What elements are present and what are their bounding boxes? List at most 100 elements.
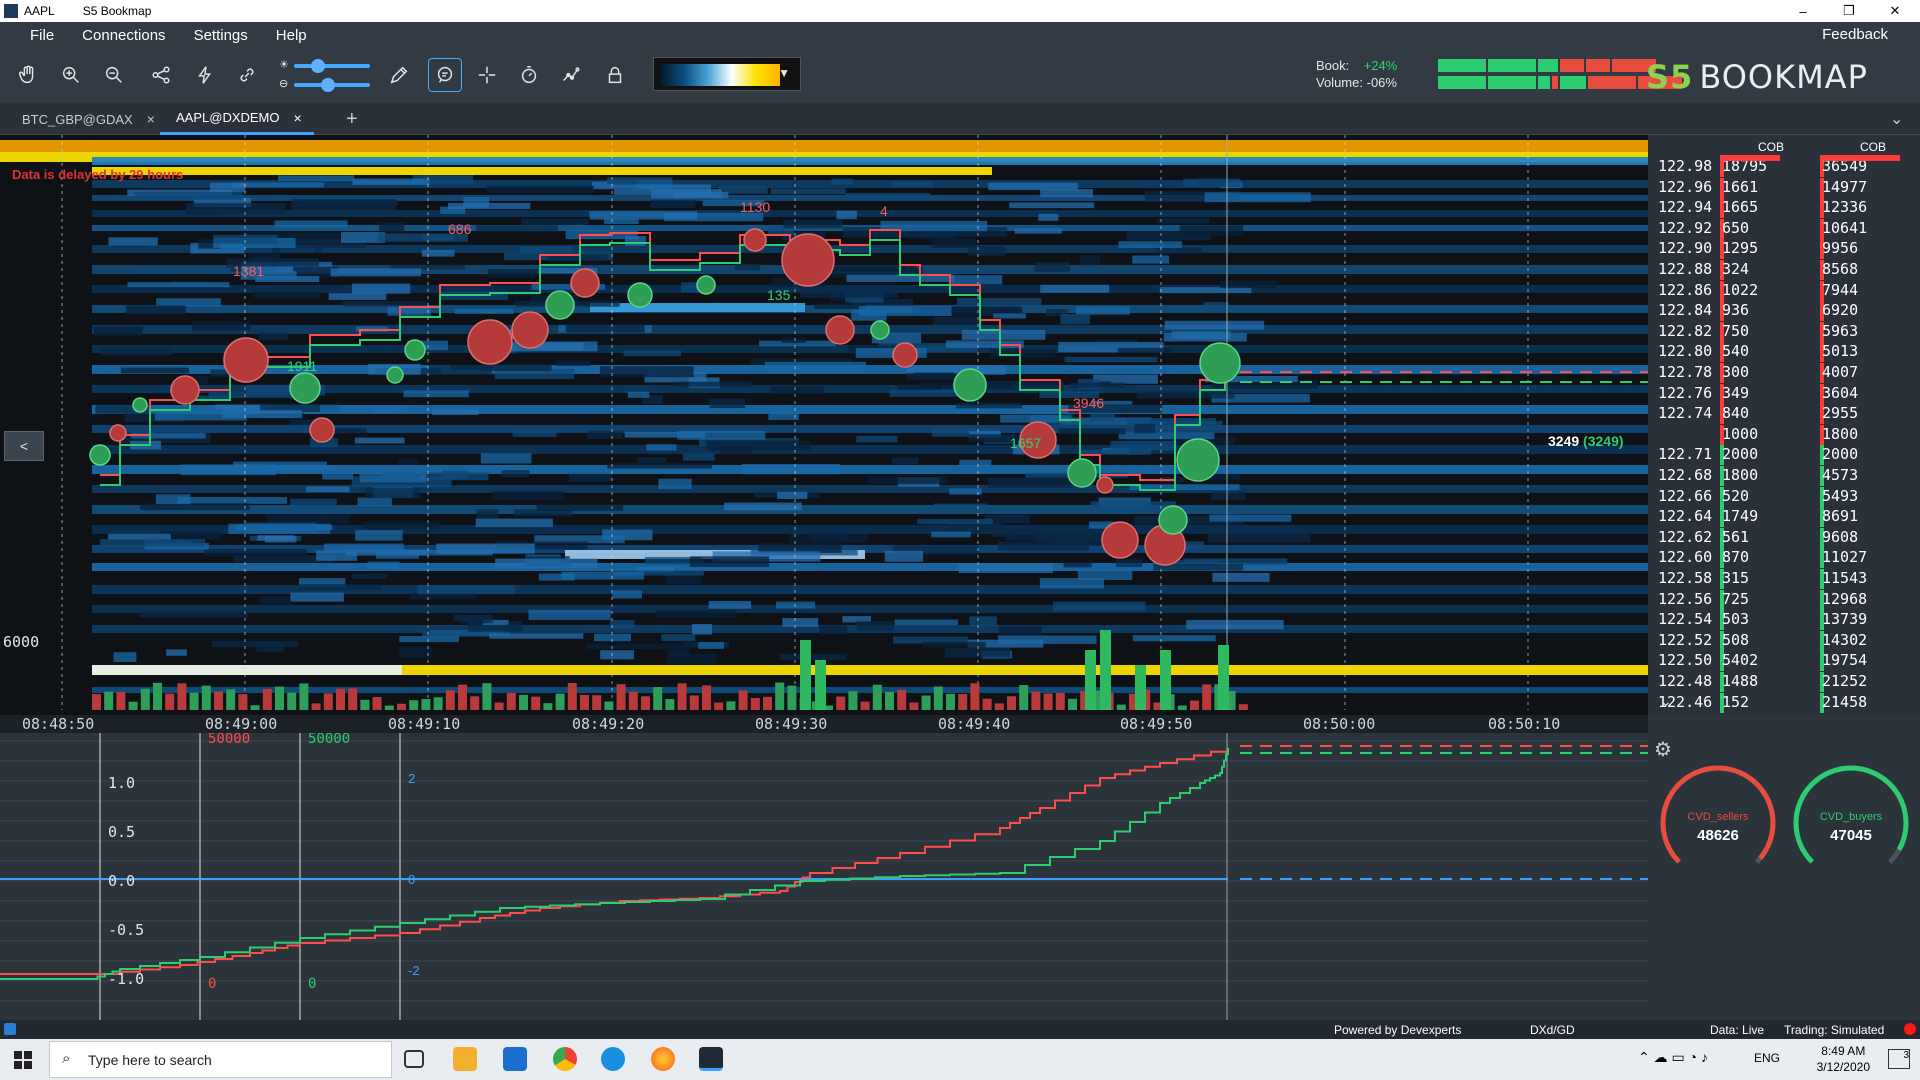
order-book-row[interactable]: 122.54 503 13739 xyxy=(1648,610,1920,631)
order-book-row[interactable]: 122.78 300 4007 xyxy=(1648,363,1920,383)
bookmap-logo: S5 BOOKMAP xyxy=(1646,58,1868,96)
notifications-icon[interactable]: 3 xyxy=(1888,1049,1910,1069)
tab-close-icon[interactable]: × xyxy=(147,111,155,127)
brightness-slider[interactable] xyxy=(294,64,370,68)
order-book-row[interactable]: 122.60 870 11027 xyxy=(1648,548,1920,569)
order-book-row[interactable]: 122.90 1295 9956 xyxy=(1648,239,1920,260)
chrome-icon[interactable] xyxy=(553,1047,577,1071)
cob-value-right: 5963 xyxy=(1822,321,1859,340)
menu-settings[interactable]: Settings xyxy=(186,27,268,44)
hand-icon[interactable] xyxy=(13,60,43,90)
volume-label: Volume: xyxy=(1316,75,1363,90)
order-book-row[interactable]: 122.64 1749 8691 xyxy=(1648,507,1920,528)
chart-line-icon[interactable] xyxy=(557,60,587,90)
bookmap-taskbar-icon[interactable] xyxy=(699,1047,723,1071)
brightness-slider-knob[interactable] xyxy=(311,59,325,73)
liquidity-cell xyxy=(770,188,846,195)
clock[interactable]: 8:49 AM 3/12/2020 xyxy=(1817,1043,1870,1075)
order-book-row[interactable]: 122.66 520 5493 xyxy=(1648,486,1920,507)
menu-file[interactable]: File xyxy=(0,27,74,44)
liquidity-cell xyxy=(1211,491,1246,501)
share-icon[interactable] xyxy=(146,60,176,90)
order-book-row[interactable]: 1000 1800 xyxy=(1648,424,1920,445)
trade-size-label: 1657 xyxy=(1010,435,1042,451)
tray-icons[interactable]: ⌃ ☁ ▭ ◔ ♪ xyxy=(1638,1049,1708,1066)
order-book-row[interactable]: 122.52 508 14302 xyxy=(1648,630,1920,651)
order-book-row[interactable]: 122.86 1022 7944 xyxy=(1648,280,1920,301)
order-book-row[interactable]: 122.56 725 12968 xyxy=(1648,589,1920,610)
volume-bar xyxy=(763,696,772,710)
liquidity-cell xyxy=(599,366,694,378)
volume-bar xyxy=(1019,685,1029,710)
trade-bubble xyxy=(109,424,127,442)
tab-close-icon[interactable]: × xyxy=(294,110,302,126)
order-book-row[interactable]: 122.94 1665 12336 xyxy=(1648,198,1920,219)
menu-connections[interactable]: Connections xyxy=(74,27,185,44)
tab-aapl[interactable]: AAPL@DXDEMO × xyxy=(160,103,314,135)
pencil-icon[interactable] xyxy=(384,60,414,90)
zoom-out-icon[interactable] xyxy=(99,60,129,90)
liquidity-cell xyxy=(1070,382,1125,388)
close-button[interactable]: ✕ xyxy=(1872,0,1918,22)
order-book-row[interactable]: 122.62 561 9608 xyxy=(1648,527,1920,548)
order-book-row[interactable]: 122.46 152 21458 xyxy=(1648,692,1920,713)
liquidity-cell xyxy=(108,237,158,246)
cvd-indicator-panel[interactable]: 1.0 0.5 0.0 -0.5 -1.0 50000 50000 0 0 2 0 -2 xyxy=(0,731,1648,1020)
order-book-row[interactable]: 122.71 2000 2000 xyxy=(1648,445,1920,466)
edge-icon[interactable] xyxy=(601,1047,625,1071)
scroll-down-icon[interactable]: ⌄ xyxy=(1660,693,1672,710)
liquidity-cell xyxy=(436,543,535,554)
timer-icon[interactable] xyxy=(514,60,544,90)
restore-button[interactable]: ❐ xyxy=(1826,0,1872,22)
liquidity-band xyxy=(92,665,402,675)
firefox-icon[interactable] xyxy=(651,1047,675,1071)
windows-start-icon[interactable] xyxy=(14,1051,32,1069)
order-book-row[interactable]: 122.96 1661 14977 xyxy=(1648,177,1920,198)
settings-gear-icon[interactable]: ⚙ xyxy=(1654,737,1672,762)
volume-bar xyxy=(409,700,419,710)
menu-help[interactable]: Help xyxy=(268,27,327,44)
order-book-row[interactable]: 122.88 324 8568 xyxy=(1648,260,1920,280)
contrast-slider-knob[interactable] xyxy=(321,78,335,92)
link-icon[interactable] xyxy=(232,60,262,90)
feedback-link[interactable]: Feedback xyxy=(1822,26,1888,43)
liquidity-cell xyxy=(166,649,188,656)
liquidity-cell xyxy=(600,650,634,660)
mail-icon[interactable] xyxy=(503,1047,527,1071)
order-book-row[interactable]: 122.58 315 11543 xyxy=(1648,569,1920,589)
liquidity-cell xyxy=(354,437,405,444)
price-level: 122.56 xyxy=(1658,589,1713,608)
heatmap-chart[interactable]: Data is delayed by 29 hours 6000 < 3249 … xyxy=(0,135,1648,715)
volume-bar xyxy=(543,703,553,710)
order-book-row[interactable]: 122.84 936 6920 xyxy=(1648,301,1920,322)
order-book-row[interactable]: 122.68 1800 4573 xyxy=(1648,466,1920,486)
heatmap-color-selector[interactable]: ▼ xyxy=(653,57,801,91)
language-indicator[interactable]: ENG xyxy=(1754,1051,1780,1065)
cob-value-right: 2955 xyxy=(1822,404,1859,423)
order-book-row[interactable]: 122.80 540 5013 xyxy=(1648,342,1920,363)
file-explorer-icon[interactable] xyxy=(453,1047,477,1071)
task-view-icon[interactable] xyxy=(404,1050,424,1068)
lightning-icon[interactable] xyxy=(190,60,220,90)
chat-icon[interactable] xyxy=(428,58,462,92)
order-book-row[interactable]: 122.48 1488 21252 xyxy=(1648,672,1920,692)
order-book-row[interactable]: 122.74 840 2955 xyxy=(1648,404,1920,425)
order-book-row[interactable]: 122.92 650 10641 xyxy=(1648,218,1920,239)
gauge-label: CVD_sellers xyxy=(1687,811,1749,823)
minimize-button[interactable]: – xyxy=(1780,0,1826,22)
volume-bar xyxy=(982,698,992,710)
collapse-left-button[interactable]: < xyxy=(4,431,44,461)
crosshair-icon[interactable] xyxy=(472,60,502,90)
taskbar-search[interactable]: ⌕ Type here to search xyxy=(49,1041,392,1078)
order-book-row[interactable]: 122.50 5402 19754 xyxy=(1648,651,1920,672)
tabs-menu-icon[interactable]: ⌄ xyxy=(1890,103,1903,135)
tab-btc-gbp[interactable]: BTC_GBP@GDAX × xyxy=(22,103,155,135)
cob-value-left: 324 xyxy=(1722,260,1750,278)
order-book-row[interactable]: 122.82 750 5963 xyxy=(1648,321,1920,342)
zoom-in-icon[interactable] xyxy=(56,60,86,90)
lock-icon[interactable] xyxy=(600,60,630,90)
liquidity-cell xyxy=(290,592,344,602)
add-tab-button[interactable]: + xyxy=(346,103,358,135)
order-book-row[interactable]: 122.76 349 3604 xyxy=(1648,383,1920,404)
info-icon[interactable] xyxy=(4,1023,16,1035)
